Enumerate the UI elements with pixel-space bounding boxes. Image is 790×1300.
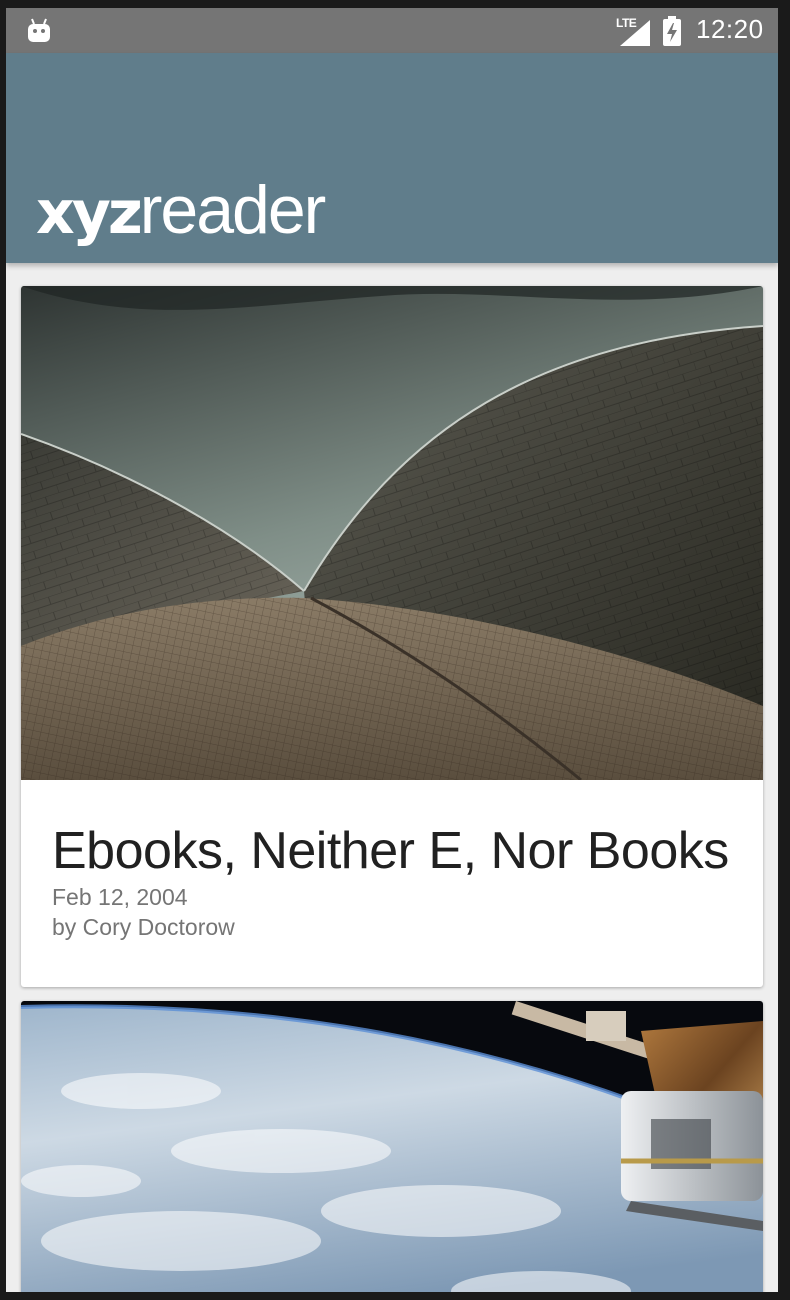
logo-bold-text: xyz — [36, 178, 143, 248]
sydney-opera-house-roof-photo — [21, 286, 763, 780]
app-logo: xyzreader — [36, 171, 327, 251]
earth-orbit-satellite-photo — [21, 1001, 763, 1292]
status-bar: LTE 12:20 — [6, 8, 778, 53]
article-author: by Cory Doctorow — [52, 914, 235, 940]
battery-charging-icon — [663, 16, 681, 46]
article-card[interactable] — [21, 1001, 763, 1292]
article-thumbnail — [21, 286, 763, 780]
article-meta: Ebooks, Neither E, Nor Books Feb 12, 200… — [52, 820, 729, 942]
network-indicator: LTE — [614, 16, 650, 46]
android-debug-icon — [28, 18, 50, 42]
status-clock: 12:20 — [696, 14, 764, 44]
cell-signal-icon — [620, 20, 650, 46]
article-card[interactable]: Ebooks, Neither E, Nor Books Feb 12, 200… — [21, 286, 763, 987]
logo-light-text: reader — [139, 172, 327, 248]
article-date: Feb 12, 2004 — [52, 884, 188, 910]
article-list[interactable]: Ebooks, Neither E, Nor Books Feb 12, 200… — [6, 263, 778, 1292]
article-thumbnail — [21, 1001, 763, 1292]
article-title: Ebooks, Neither E, Nor Books — [52, 822, 729, 880]
app-bar: xyzreader — [6, 53, 778, 263]
phone-screen: LTE 12:20 xyzreader Ebooks, Neither E, N… — [6, 8, 778, 1292]
